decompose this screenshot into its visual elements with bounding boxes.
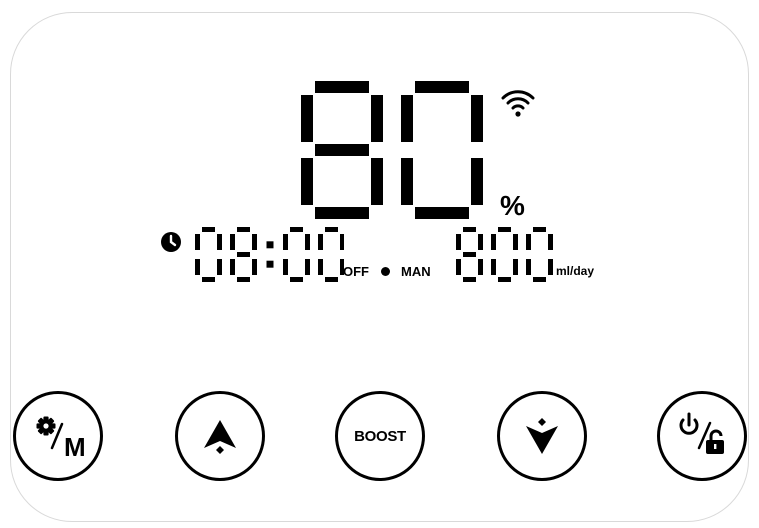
segment-b [252,234,257,250]
segment-digit [491,227,518,282]
mode-button-label: M [64,432,86,462]
segment-b [478,234,483,250]
segment-d [498,277,511,282]
wifi-icon [501,90,535,117]
segment-c [471,158,483,205]
mode-button[interactable]: M [13,391,103,481]
segment-d [325,277,338,282]
segment-e [526,259,531,275]
segment-c [217,259,222,275]
segment-c [478,259,483,275]
segment-b [305,234,310,250]
segment-d [533,277,546,282]
segment-digit [301,81,383,219]
humidity-unit: % [500,190,525,221]
humidity-display [301,81,483,219]
segment-c [305,259,310,275]
segment-e [491,259,496,275]
segment-e [301,158,313,205]
segment-e [230,259,235,275]
dot-icon [381,267,390,276]
segment-d [237,277,250,282]
segment-e [401,158,413,205]
segment-b [471,95,483,142]
segment-f [526,234,531,250]
segment-c [548,259,553,275]
segment-digit [526,227,553,282]
segment-b [548,234,553,250]
segment-e [195,259,200,275]
segment-f [283,234,288,250]
segment-digit [401,81,483,219]
segment-d [202,277,215,282]
segment-a [498,227,511,232]
segment-b [513,234,518,250]
segment-b [217,234,222,250]
segment-f [456,234,461,250]
segment-digit [195,227,222,282]
segment-d [290,277,303,282]
segment-e [318,259,323,275]
timer-display [195,227,344,282]
segment-f [318,234,323,250]
boost-button[interactable]: BOOST [335,391,425,481]
segment-c [371,158,383,205]
segment-digit [456,227,483,282]
segment-a [463,227,476,232]
segment-digit [318,227,344,282]
segment-e [456,259,461,275]
segment-a [325,227,338,232]
segment-f [195,234,200,250]
segment-g [237,252,250,257]
segment-digit [230,227,257,282]
segment-d [415,207,469,219]
segment-a [415,81,469,93]
segment-f [230,234,235,250]
segment-digit [283,227,310,282]
segment-c [252,259,257,275]
segment-c [513,259,518,275]
segment-f [301,95,313,142]
segment-b [340,234,344,250]
segment-a [315,81,369,93]
segment-f [491,234,496,250]
segment-f [401,95,413,142]
output-display [456,227,553,282]
segment-g [315,144,369,156]
up-button[interactable] [175,391,265,481]
segment-a [237,227,250,232]
power-lock-button[interactable] [657,391,747,481]
down-button[interactable] [497,391,587,481]
output-unit-label: ml/day [556,264,595,278]
segment-g [463,252,476,257]
segment-b [371,95,383,142]
colon-dot [266,241,274,249]
arrow-down-icon [526,418,558,454]
segment-a [533,227,546,232]
segment-a [202,227,215,232]
segment-d [315,207,369,219]
power-lock-icon [679,412,724,454]
segment-e [283,259,288,275]
segment-d [463,277,476,282]
clock-icon [161,232,181,252]
arrow-up-icon [204,420,236,454]
mode-label: MAN [401,264,431,279]
segment-a [290,227,303,232]
timer-state-label: OFF [343,264,369,279]
colon-dot [266,260,274,268]
boost-button-label: BOOST [354,427,406,445]
